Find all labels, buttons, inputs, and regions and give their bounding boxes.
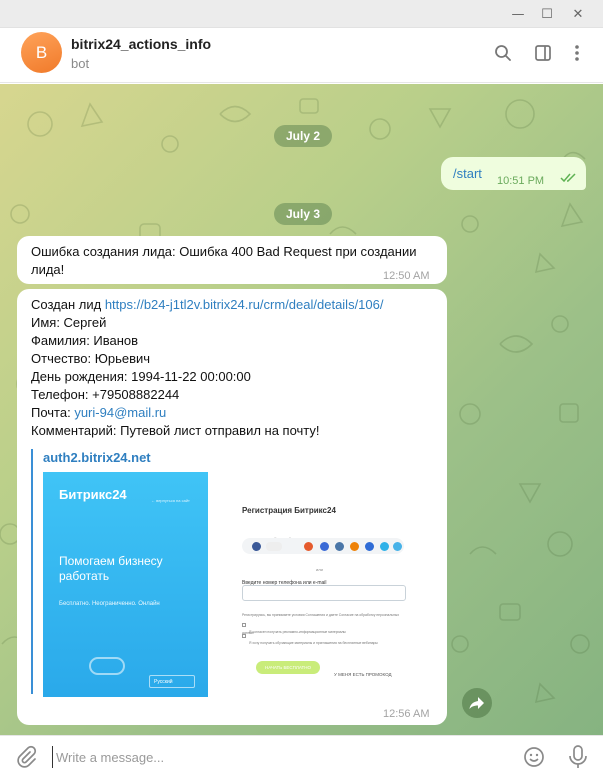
google-icon: [266, 542, 282, 551]
lead-created-label: Создан лид: [31, 297, 105, 312]
forward-button[interactable]: [462, 688, 492, 718]
lead-patronymic: Отчество: Юрьевич: [31, 351, 151, 366]
emoji-icon[interactable]: [522, 745, 546, 769]
promo-link: У МЕНЯ ЕСТЬ ПРОМОКОД: [334, 672, 392, 677]
more-menu-icon[interactable]: [566, 42, 588, 64]
message-input[interactable]: [52, 746, 502, 768]
email-link[interactable]: yuri-94@mail.ru: [74, 405, 166, 420]
attach-icon[interactable]: [14, 745, 38, 769]
lead-birthday: День рождения: 1994-11-22 00:00:00: [31, 369, 251, 384]
deal-link[interactable]: https://b24-j1tl2v.bitrix24.ru/crm/deal/…: [105, 297, 384, 312]
read-checkmarks-icon: [560, 173, 576, 183]
start-free-button: НАЧАТЬ БЕСПЛАТНО: [256, 661, 320, 674]
incoming-message[interactable]: Создан лид https://b24-j1tl2v.bitrix24.r…: [17, 289, 447, 725]
lead-phone: Телефон: +79508882244: [31, 387, 180, 402]
preview-tagline: Бесплатно. Неограниченно. Онлайн: [59, 601, 160, 607]
office-icon: [304, 542, 313, 551]
lead-name: Имя: Сергей: [31, 315, 107, 330]
avatar[interactable]: B: [21, 32, 62, 73]
checkbox-label: Я хочу получать обучающие материалы и пр…: [249, 641, 378, 645]
maximize-icon[interactable]: ☐: [537, 4, 557, 24]
date-separator: July 3: [274, 203, 333, 225]
preview-slogan: Помогаем бизнесу работать: [59, 554, 163, 583]
lead-email-label: Почта:: [31, 405, 75, 420]
sidebar-toggle-icon[interactable]: [532, 42, 554, 64]
chat-title[interactable]: bitrix24_actions_info: [71, 36, 211, 52]
lead-comment: Комментарий: Путевой лист отправил на по…: [31, 423, 320, 438]
microphone-icon[interactable]: [566, 744, 590, 770]
message-time: 10:51 PM: [497, 175, 545, 187]
more-icon: [393, 542, 402, 551]
preview-image[interactable]: Битрикс24 ← вернуться на сайт Помогаем б…: [43, 472, 413, 697]
checkbox: [242, 623, 246, 627]
message-text[interactable]: /start: [453, 165, 482, 183]
chat-history[interactable]: July 2 /start 10:51 PM July 3 Ошибка соз…: [0, 84, 603, 735]
cloud-icon: [89, 657, 125, 675]
search-icon[interactable]: [492, 42, 514, 64]
minimize-icon[interactable]: —: [508, 4, 528, 24]
yandex-icon: [365, 542, 374, 551]
mail-icon: [380, 542, 389, 551]
incoming-message[interactable]: Ошибка создания лида: Ошибка 400 Bad Req…: [17, 236, 447, 284]
phone-input: [242, 585, 406, 601]
preview-right-panel: Регистрация Битрикс24 Используйте для ре…: [208, 472, 413, 697]
ok-icon: [350, 542, 359, 551]
outgoing-message[interactable]: /start 10:51 PM: [441, 157, 586, 190]
message-composer: [0, 735, 603, 776]
facebook-icon: [252, 542, 261, 551]
language-select: Русский: [149, 675, 195, 688]
preview-left-panel: Битрикс24 ← вернуться на сайт Помогаем б…: [43, 472, 208, 697]
message-time: 12:56 AM: [383, 708, 430, 720]
message-text[interactable]: Создан лид https://b24-j1tl2v.bitrix24.r…: [31, 296, 441, 440]
chat-header: B bitrix24_actions_info bot: [0, 28, 603, 83]
checkbox: [242, 634, 246, 638]
close-icon[interactable]: ✕: [568, 4, 588, 24]
social-buttons: [242, 538, 404, 554]
preview-site-name[interactable]: auth2.bitrix24.net: [43, 449, 451, 467]
vk-icon: [335, 542, 344, 551]
lead-surname: Фамилия: Иванов: [31, 333, 139, 348]
message-text[interactable]: Ошибка создания лида: Ошибка 400 Bad Req…: [31, 243, 436, 279]
apple-icon: [320, 542, 329, 551]
window-titlebar: — ☐ ✕: [0, 0, 603, 28]
chat-subtitle: bot: [71, 56, 90, 71]
bitrix-logo: Битрикс24: [59, 487, 127, 502]
registration-title: Регистрация Битрикс24: [242, 506, 336, 515]
back-to-site-text: ← вернуться на сайт: [151, 498, 190, 503]
forward-icon: [469, 697, 484, 709]
message-time: 12:50 AM: [383, 270, 430, 282]
date-separator: July 2: [274, 125, 333, 147]
link-preview[interactable]: auth2.bitrix24.net Битрикс24 ← вернуться…: [31, 449, 451, 697]
